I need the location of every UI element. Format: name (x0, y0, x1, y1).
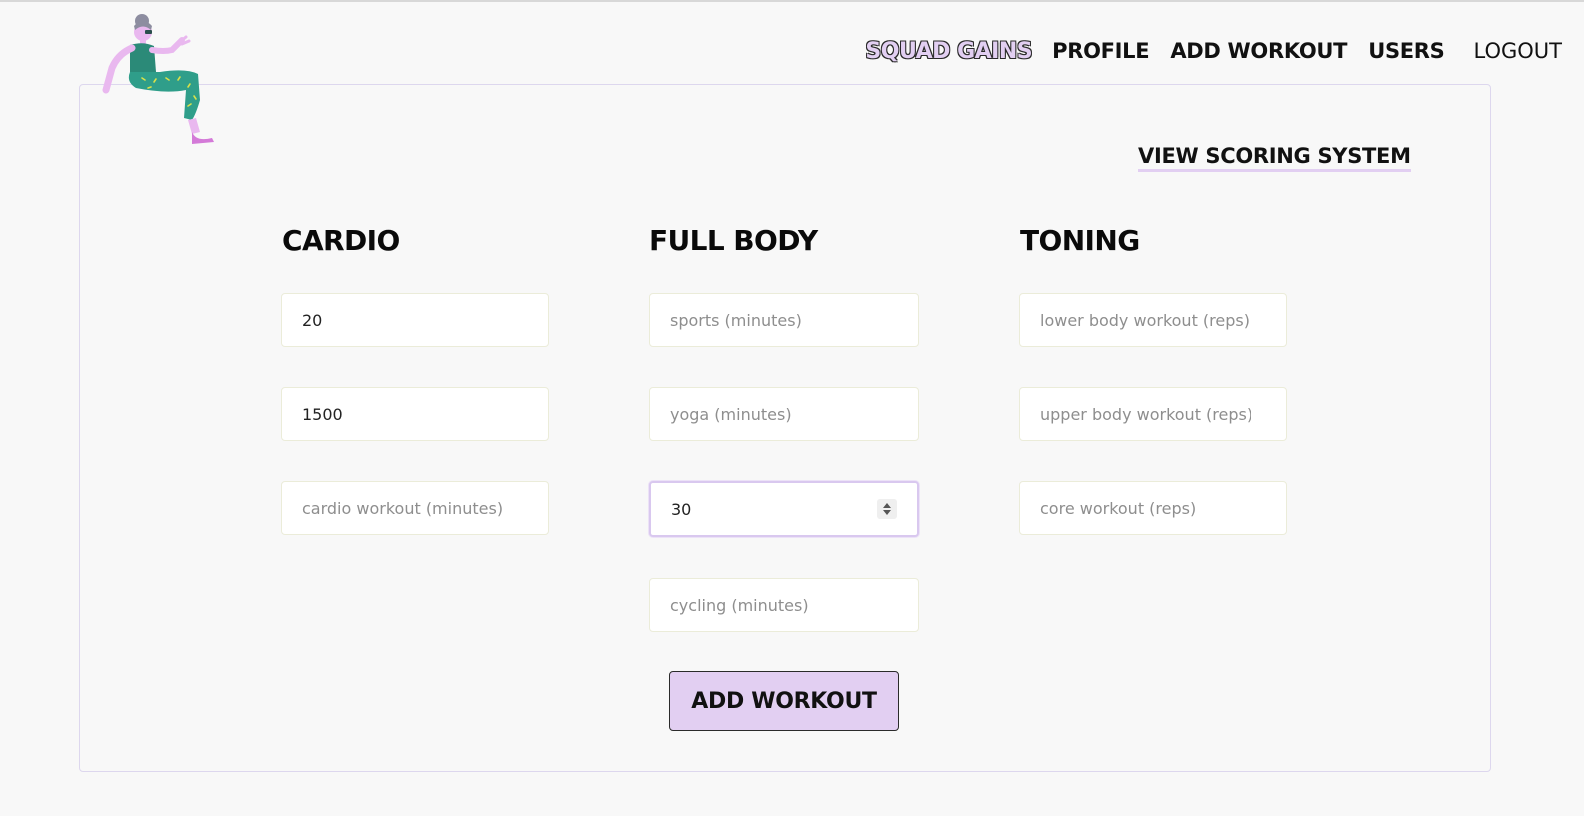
full-body-heading: FULL BODY (649, 224, 818, 257)
cardio-heading: CARDIO (282, 224, 400, 257)
top-nav: SQUAD GAINS PROFILE ADD WORKOUT USERS LO… (865, 34, 1562, 68)
sports-minutes-input[interactable] (649, 293, 919, 347)
cycling-minutes-input[interactable] (649, 578, 919, 632)
spinner-up-icon[interactable] (883, 503, 891, 508)
cardio-input-2[interactable] (281, 387, 549, 441)
yoga-minutes-input[interactable] (649, 387, 919, 441)
nav-users-link[interactable]: USERS (1368, 39, 1445, 63)
add-workout-button[interactable]: ADD WORKOUT (669, 671, 899, 731)
nav-logout-link[interactable]: LOGOUT (1474, 39, 1562, 63)
lower-body-reps-input[interactable] (1019, 293, 1287, 347)
brand-logo-link[interactable]: SQUAD GAINS (865, 39, 1032, 64)
toning-heading: TONING (1020, 224, 1140, 257)
up-down-spinner-icon[interactable] (877, 499, 897, 519)
core-workout-reps-input[interactable] (1019, 481, 1287, 535)
view-scoring-system-link[interactable]: VIEW SCORING SYSTEM (1138, 144, 1411, 172)
nav-profile-link[interactable]: PROFILE (1052, 39, 1150, 63)
cardio-workout-minutes-input[interactable] (281, 481, 549, 535)
sitting-person-illustration (102, 14, 214, 144)
nav-add-workout-link[interactable]: ADD WORKOUT (1170, 39, 1347, 63)
upper-body-reps-input[interactable] (1019, 387, 1287, 441)
cardio-input-1[interactable] (281, 293, 549, 347)
spinner-down-icon[interactable] (883, 510, 891, 515)
